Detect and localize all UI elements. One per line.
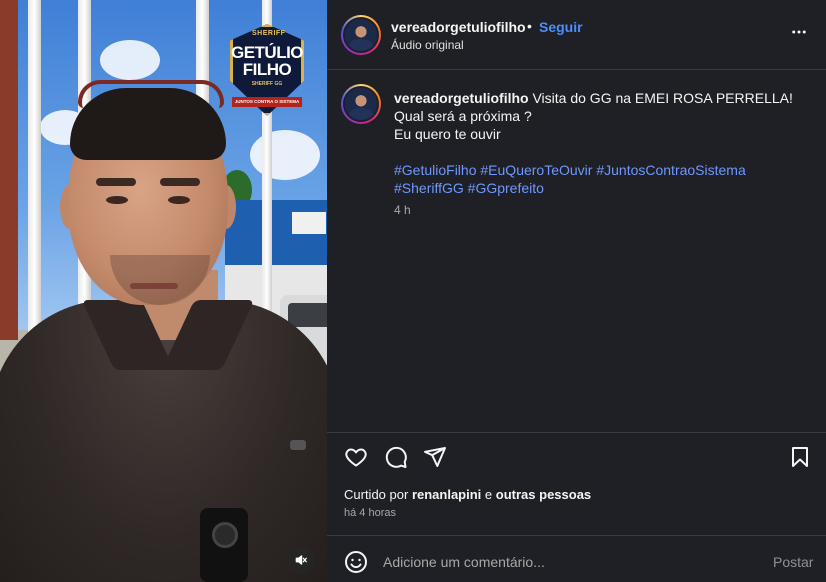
comment-button[interactable] <box>382 443 410 471</box>
hashtag-link[interactable]: #JuntosContraoSistema <box>596 162 745 178</box>
caption-line-2: Qual será a próxima ? <box>394 108 532 124</box>
school-sign <box>292 212 326 234</box>
badge-ribbon: JUNTOS CONTRA O SISTEMA <box>232 97 302 107</box>
post-viewer: SHERIFF GETÚLIO FILHO SHERIFF GG JUNTOS … <box>0 0 826 582</box>
badge-name-line1: GETÚLIO <box>230 43 304 62</box>
eye <box>106 196 128 204</box>
like-button[interactable] <box>342 443 370 471</box>
likes-prefix: Curtido por <box>344 487 409 502</box>
cloud <box>100 40 160 80</box>
caption-line-1: vereadorgetuliofilho Visita do GG na EME… <box>394 89 809 107</box>
post-details-panel: vereadorgetuliofilho • Seguir Áudio orig… <box>327 0 826 582</box>
actions-divider <box>327 432 826 433</box>
send-icon <box>424 447 446 467</box>
liked-by-others[interactable]: outras pessoas <box>496 487 591 502</box>
header-divider <box>327 69 826 70</box>
hashtag-link[interactable]: #GGprefeito <box>468 180 544 196</box>
action-bar <box>327 443 826 473</box>
eye <box>168 196 190 204</box>
eyebrow <box>96 178 136 186</box>
caption-timestamp[interactable]: 4 h <box>394 203 411 217</box>
brick-wall <box>0 0 18 340</box>
post-video[interactable]: SHERIFF GETÚLIO FILHO SHERIFF GG JUNTOS … <box>0 0 327 582</box>
muted-speaker-icon <box>295 555 307 565</box>
sheriff-badge-logo: SHERIFF GETÚLIO FILHO SHERIFF GG JUNTOS … <box>230 24 304 116</box>
shirt-logo <box>290 440 306 450</box>
badge-top-text: SHERIFF <box>252 30 286 37</box>
post-header: vereadorgetuliofilho • Seguir Áudio orig… <box>327 0 826 70</box>
save-button[interactable] <box>786 443 814 471</box>
separator-dot: • <box>527 18 532 34</box>
car-window <box>288 303 327 327</box>
original-audio-link[interactable]: Áudio original <box>391 38 464 52</box>
author-username[interactable]: vereadorgetuliofilho <box>391 19 526 35</box>
cloud <box>250 130 320 180</box>
post-timestamp[interactable]: há 4 horas <box>344 507 396 519</box>
sunglasses-on-head <box>78 80 224 108</box>
emoji-icon <box>345 551 367 573</box>
more-horizontal-icon <box>792 30 806 34</box>
person-shirt <box>0 300 327 582</box>
comment-input[interactable] <box>383 552 763 572</box>
hashtag-link[interactable]: #GetulioFilho <box>394 162 477 178</box>
comment-icon <box>385 446 407 468</box>
camera-lens <box>212 522 238 548</box>
bookmark-icon <box>792 447 808 467</box>
more-options-button[interactable] <box>789 23 809 47</box>
comment-bar: Postar <box>327 540 826 582</box>
avatar-image <box>343 17 379 53</box>
badge-sub-text: SHERIFF GG <box>251 81 283 87</box>
post-comment-button[interactable]: Postar <box>773 554 813 570</box>
avatar-image <box>343 86 379 122</box>
gate-bar <box>28 0 41 340</box>
liked-by-user[interactable]: renanlapini <box>412 487 481 502</box>
heart-icon <box>345 448 367 467</box>
badge-name-line2: FILHO <box>242 60 292 79</box>
badge-name: GETÚLIO FILHO <box>230 44 304 78</box>
author-avatar[interactable] <box>341 15 381 55</box>
person-mouth <box>130 283 178 289</box>
share-button[interactable] <box>421 443 449 471</box>
hashtag-link[interactable]: #EuQueroTeOuvir <box>480 162 592 178</box>
eyebrow <box>160 178 200 186</box>
caption-author-avatar[interactable] <box>341 84 381 124</box>
caption-line-3: Eu quero te ouvir <box>394 126 501 142</box>
mute-button[interactable] <box>287 546 315 574</box>
comment-divider <box>327 535 826 536</box>
likes-connector: e <box>484 487 493 502</box>
caption-text-1: Visita do GG na EMEI ROSA PERRELLA! <box>532 90 793 106</box>
likes-summary: Curtido por renanlapini e outras pessoas <box>344 487 591 502</box>
emoji-button[interactable] <box>344 550 368 574</box>
hashtag-link[interactable]: #SheriffGG <box>394 180 464 196</box>
post-caption: vereadorgetuliofilho Visita do GG na EME… <box>394 89 809 197</box>
caption-username[interactable]: vereadorgetuliofilho <box>394 90 529 106</box>
follow-button[interactable]: Seguir <box>539 19 583 35</box>
school-building <box>225 200 327 270</box>
caption-hashtags: #GetulioFilho #EuQueroTeOuvir #JuntosCon… <box>394 161 809 197</box>
